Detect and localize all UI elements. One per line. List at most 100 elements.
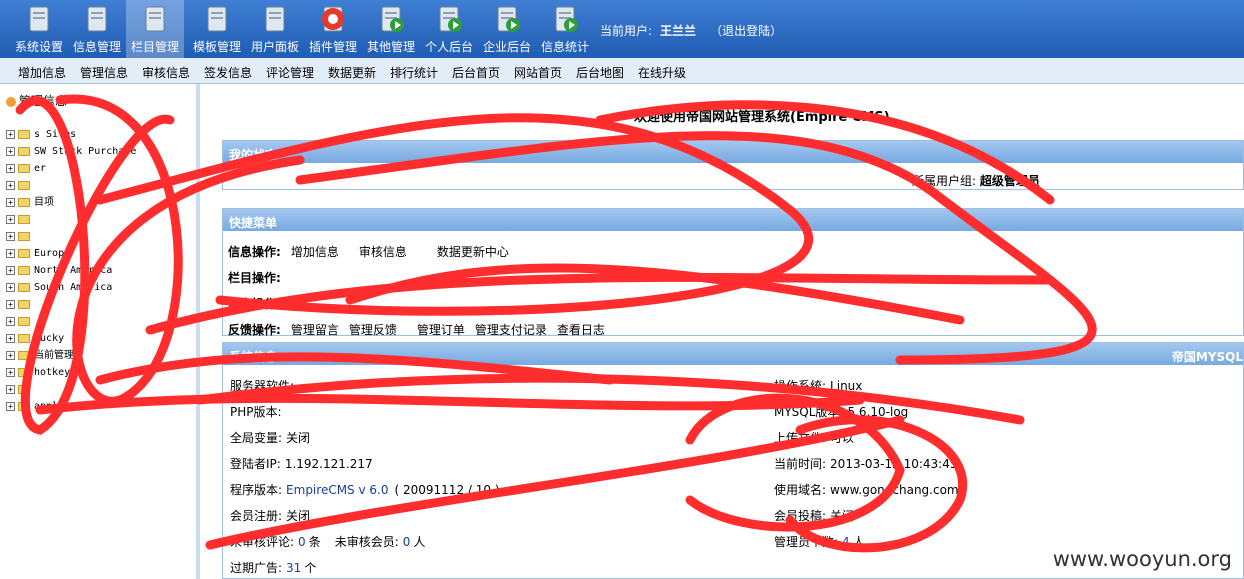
expand-icon[interactable]: + xyxy=(6,163,15,173)
toolbar-item-label: 用户面板 xyxy=(250,40,299,54)
folder-icon xyxy=(18,129,30,139)
expand-icon[interactable]: + xyxy=(6,401,15,411)
expand-icon[interactable]: + xyxy=(6,367,15,377)
sysinfo-value: EmpireCMS v 6.0 xyxy=(286,483,389,497)
toolbar-item-label: 栏目管理 xyxy=(130,40,179,54)
folder-icon xyxy=(18,401,30,411)
tree-node[interactable]: + 当前管理 xyxy=(6,349,74,363)
expand-icon[interactable]: + xyxy=(6,197,15,207)
tree-node[interactable]: + Europe xyxy=(6,247,70,261)
quick-link[interactable]: 管理支付记录 xyxy=(475,323,547,337)
expand-icon[interactable]: + xyxy=(6,180,15,190)
tree-node[interactable]: + er xyxy=(6,162,46,176)
sysinfo-unit: 人 xyxy=(852,535,865,549)
expand-icon[interactable]: + xyxy=(6,333,15,343)
tree-node[interactable]: + North America xyxy=(6,264,112,278)
sysinfo-key: 当前时间: xyxy=(774,457,827,471)
expand-icon[interactable]: + xyxy=(6,384,15,394)
sysinfo-extra: ( 20091112 / 10 ) xyxy=(394,483,500,497)
sysinfo-row: 服务器软件: xyxy=(230,377,298,394)
quick-link[interactable]: 查看日志 xyxy=(557,323,605,337)
quick-row-label: 反馈操作: xyxy=(228,323,281,337)
sysinfo-row: 过期广告: 31 个 xyxy=(230,559,316,576)
tree-node[interactable]: + 目项 xyxy=(6,196,54,210)
current-user-label: 当前用户: xyxy=(600,24,653,38)
tree-node-label: s Sites xyxy=(34,129,77,140)
menu-link-2[interactable]: 管理信息 xyxy=(80,64,128,81)
toolbar-item-5[interactable]: 用户面板 xyxy=(246,0,304,58)
sysinfo-key: 程序版本: xyxy=(230,483,283,497)
folder-icon xyxy=(18,333,30,343)
sysinfo-key: 上传文件: xyxy=(774,431,827,445)
tree-node[interactable]: + xyxy=(6,298,34,312)
toolbar-item-3[interactable]: 栏目管理 xyxy=(126,0,184,58)
expand-icon[interactable]: + xyxy=(6,231,15,241)
toolbar-item-8[interactable]: 个人后台 xyxy=(420,0,478,58)
tree-node[interactable]: + s Sites xyxy=(6,128,76,142)
toolbar-item-label: 个人后台 xyxy=(424,40,473,54)
tree-node[interactable]: + lucky xyxy=(6,332,64,346)
expand-icon[interactable]: + xyxy=(6,316,15,326)
sysinfo-value: 关闭 xyxy=(830,509,855,523)
menu-link-11[interactable]: 在线升级 xyxy=(638,64,686,81)
logout-link[interactable]: （退出登陆） xyxy=(710,24,782,38)
toolbar-item-10[interactable]: 信息统计 xyxy=(536,0,594,58)
tree-node[interactable]: + hotkey xyxy=(6,366,70,380)
toolbar-item-1[interactable]: 系统设置 xyxy=(10,0,68,58)
documents-icon xyxy=(82,4,112,34)
expand-icon[interactable]: + xyxy=(6,248,15,258)
tree-node[interactable]: + xyxy=(6,315,34,329)
tree-node[interactable]: + xyxy=(6,213,34,227)
quick-link[interactable]: 审核信息 xyxy=(359,245,407,259)
menu-link-3[interactable]: 审核信息 xyxy=(142,64,190,81)
menu-link-7[interactable]: 排行统计 xyxy=(390,64,438,81)
expand-icon[interactable]: + xyxy=(6,299,15,309)
menu-link-8[interactable]: 后台首页 xyxy=(452,64,500,81)
tree-root[interactable]: 管理信息 xyxy=(6,92,67,109)
toolbar-item-label: 插件管理 xyxy=(308,40,357,54)
tree-root-label: 管理信息 xyxy=(19,94,68,108)
template-icon xyxy=(202,4,232,34)
toolbar-item-7[interactable]: 其他管理 xyxy=(362,0,420,58)
quick-link[interactable]: 管理订单 xyxy=(417,323,465,337)
tree-node[interactable]: + South America xyxy=(6,281,112,295)
sysinfo-row: 登陆者IP: 1.192.121.217 xyxy=(230,455,373,472)
system-info-title: 系统信息 xyxy=(229,350,278,364)
toolbar-item-6[interactable]: 插件管理 xyxy=(304,0,362,58)
menu-link-10[interactable]: 后台地图 xyxy=(576,64,624,81)
expand-icon[interactable]: + xyxy=(6,350,15,360)
toolbar-item-2[interactable]: 信息管理 xyxy=(68,0,126,58)
quick-link[interactable]: 管理留言 xyxy=(291,323,339,337)
sysinfo-value: 2013-03-12 10:43:45 xyxy=(830,457,958,471)
tree-node[interactable]: + xyxy=(6,383,34,397)
user-info: 当前用户: 王兰兰 （退出登陆） xyxy=(600,22,782,39)
expand-icon[interactable]: + xyxy=(6,282,15,292)
sysinfo-key: 管理员个数: xyxy=(774,535,839,549)
expand-icon[interactable]: + xyxy=(6,214,15,224)
quick-row: 栏目操作: xyxy=(228,269,281,286)
sysinfo-row: 使用域名: www.gongchang.com xyxy=(774,481,959,498)
quick-link[interactable]: 数据更新中心 xyxy=(437,245,509,259)
menu-link-9[interactable]: 网站首页 xyxy=(514,64,562,81)
tree-node[interactable]: + xyxy=(6,179,34,193)
toolbar-item-9[interactable]: 企业后台 xyxy=(478,0,536,58)
quick-link[interactable]: 增加信息 xyxy=(291,245,339,259)
expand-icon[interactable]: + xyxy=(6,129,15,139)
toolbar-item-4[interactable]: 模板管理 xyxy=(188,0,246,58)
user-group-row: 所属用户组: 超级管理员 xyxy=(912,172,1040,189)
menu-link-1[interactable]: 增加信息 xyxy=(18,64,66,81)
quick-link[interactable]: 管理反馈 xyxy=(349,323,397,337)
tree-node[interactable]: + applier xyxy=(6,400,76,414)
tree-node[interactable]: + SW Stock Purchase xyxy=(6,145,136,159)
user-group-label: 所属用户组: xyxy=(912,174,977,188)
menu-link-5[interactable]: 评论管理 xyxy=(266,64,314,81)
tree-node-label: applier xyxy=(34,401,77,412)
tree-node[interactable]: + xyxy=(6,230,34,244)
menu-link-4[interactable]: 签发信息 xyxy=(204,64,252,81)
user-group-value: 超级管理员 xyxy=(979,174,1040,188)
sysinfo-unit: 条 xyxy=(308,535,321,549)
menu-link-6[interactable]: 数据更新 xyxy=(328,64,376,81)
expand-icon[interactable]: + xyxy=(6,265,15,275)
expand-icon[interactable]: + xyxy=(6,146,15,156)
tree-node-label: er xyxy=(34,163,47,174)
